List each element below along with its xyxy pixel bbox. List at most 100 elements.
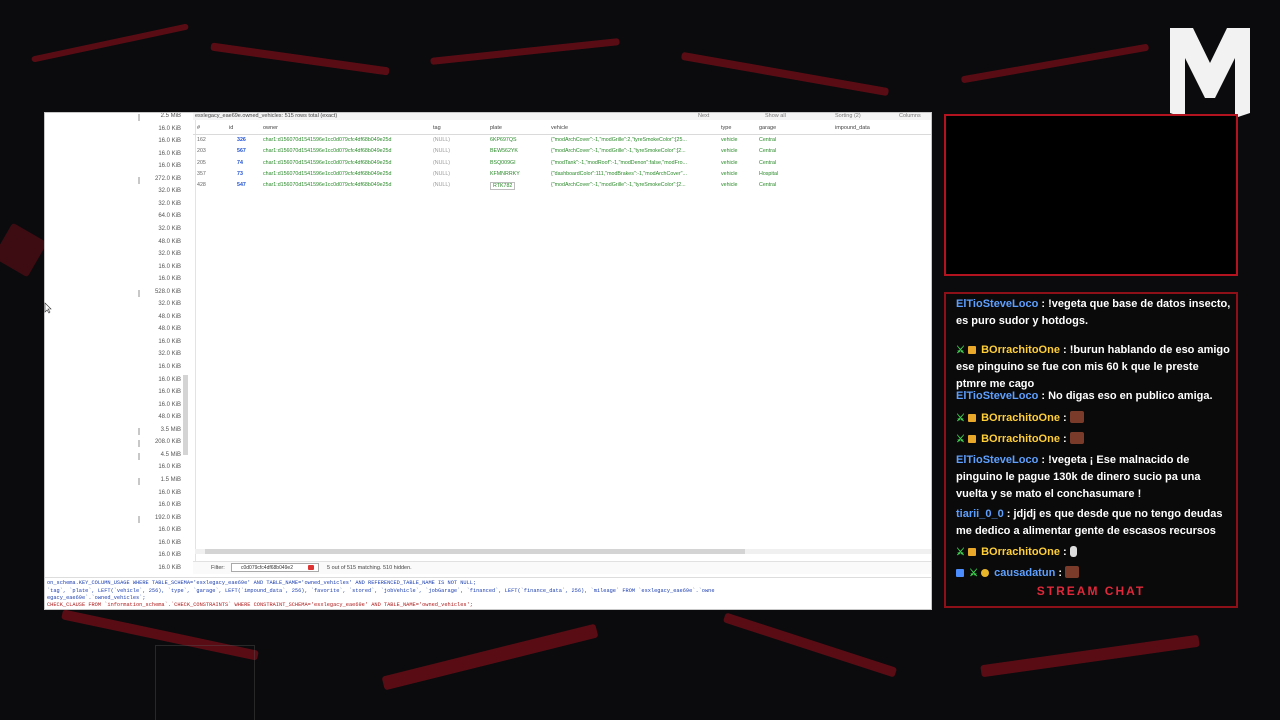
chat-username[interactable]: BOrrachitoOne (981, 433, 1060, 445)
cell-num[interactable]: 162 (197, 137, 206, 143)
emote-icon (1069, 432, 1084, 444)
size-bar (138, 477, 140, 485)
chat-username[interactable]: ElTioSteveLoco (956, 454, 1038, 466)
cell-num[interactable]: 205 (197, 160, 206, 166)
cell-owner[interactable]: char1:d156070d1541596e1cc0d079cfc4df68b0… (263, 182, 391, 188)
cell-id[interactable]: 547 (237, 182, 246, 188)
chat-message: ⚔ BOrrachitoOne : !burun hablando de eso… (956, 342, 1232, 393)
cell-vehicle[interactable]: {"modArchCover":-1,"modGrille":2,"tyreSm… (551, 137, 687, 143)
column-header[interactable]: # (197, 125, 200, 131)
table-size-value: 4.5 MiB (160, 451, 181, 458)
cell-plate[interactable]: BSQ009GI (490, 160, 516, 166)
table-size-value: 48.0 KiB (158, 414, 181, 421)
gift-icon (968, 346, 977, 354)
cell-plate[interactable]: RTK782 (490, 182, 516, 191)
cell-owner[interactable]: char1:d156070d1541596e1cc0d079cfc4df68b0… (263, 137, 391, 143)
chat-username[interactable]: BOrrachitoOne (981, 412, 1060, 424)
table-row[interactable]: 357 73 char1:d156070d1541596e1cc0d079cfc4d… (193, 169, 931, 180)
cell-tag[interactable]: (NULL) (433, 160, 450, 166)
sorting-button[interactable]: Sorting (2) (835, 113, 861, 119)
filter-input[interactable]: c0d079cfc4df68b049e2 (231, 563, 319, 572)
chat-username[interactable]: BOrrachitoOne (981, 344, 1060, 356)
columns-button[interactable]: Columns (899, 113, 921, 119)
size-bar (138, 452, 140, 460)
table-size-value: 208.0 KiB (154, 439, 181, 446)
column-header[interactable]: impound_data (835, 125, 870, 131)
chat-text: : (1063, 433, 1067, 445)
chat-username[interactable]: ElTioSteveLoco (956, 390, 1038, 402)
gift-icon (968, 435, 977, 443)
cell-tag[interactable]: (NULL) (433, 171, 450, 177)
cell-vehicle[interactable]: {"modArchCover":-1,"modGrille":-1,"tyreS… (551, 182, 686, 188)
cell-id[interactable]: 74 (237, 160, 243, 166)
table-row[interactable]: 162 326 char1:d156070d1541596e1cc0d079cfc4… (193, 135, 931, 146)
table-size-value: 16.0 KiB (158, 552, 181, 559)
chat-message: tiarii_0_0 : jdjdj es que desde que no t… (956, 506, 1232, 540)
column-header[interactable]: id (229, 125, 233, 131)
cell-plate[interactable]: 6KP697QS (490, 137, 517, 143)
column-header[interactable]: garage (759, 125, 776, 131)
cell-type[interactable]: vehicle (721, 137, 738, 143)
cell-owner[interactable]: char1:d156070d1541596e1cc0d079cfc4df68b0… (263, 171, 391, 177)
cell-garage[interactable]: Central (759, 137, 776, 143)
cell-type[interactable]: vehicle (721, 182, 738, 188)
filter-label: Filter: (211, 565, 225, 571)
table-size-value: 528.0 KiB (154, 288, 181, 295)
cell-tag[interactable]: (NULL) (433, 182, 450, 188)
table-row[interactable]: 203 567 char1:d156070d1541596e1cc0d079cfc4… (193, 146, 931, 157)
prime-icon (956, 569, 964, 577)
chat-text: : No digas eso en publico amiga. (1041, 390, 1213, 402)
cell-garage[interactable]: Central (759, 182, 776, 188)
chat-message: ⚔ BOrrachitoOne : (956, 431, 1232, 448)
cell-type[interactable]: vehicle (721, 148, 738, 154)
cell-vehicle[interactable]: {"modArchCover":-1,"modGrille":-1,"tyreS… (551, 148, 686, 154)
column-header[interactable]: tag (433, 125, 441, 131)
cell-garage[interactable]: Hospital (759, 171, 778, 177)
cell-type[interactable]: vehicle (721, 160, 738, 166)
cell-tag[interactable]: (NULL) (433, 148, 450, 154)
cell-num[interactable]: 203 (197, 148, 206, 154)
sql-log-line: `tag`, `plate`, LEFT(`vehicle`, 256), `t… (47, 588, 715, 594)
table-size-value: 2.5 MiB (160, 113, 181, 119)
vertical-scrollbar[interactable] (183, 375, 188, 455)
table-row[interactable]: 428 547 char1:d156070d1541596e1cc0d079cfc4… (193, 180, 931, 191)
horizontal-scrollbar[interactable] (205, 549, 745, 554)
chat-username[interactable]: causadatun (994, 567, 1055, 579)
chat-username[interactable]: BOrrachitoOne (981, 546, 1060, 558)
column-header[interactable]: plate (490, 125, 502, 131)
cell-garage[interactable]: Central (759, 148, 776, 154)
chat-username[interactable]: ElTioSteveLoco (956, 298, 1038, 310)
clear-filter-icon[interactable] (308, 565, 314, 570)
cell-plate[interactable]: BEW562YK (490, 148, 518, 154)
sql-log-line: CHECK_CLAUSE FROM `information_schema`.`… (47, 602, 473, 608)
overlay-frame-decoration (155, 645, 255, 720)
chat-message: ⚔ BOrrachitoOne : (956, 410, 1232, 427)
cell-owner[interactable]: char1:d156070d1541596e1cc0d079cfc4df68b0… (263, 148, 391, 154)
chat-text: : (1058, 567, 1063, 579)
table-size-value: 16.0 KiB (158, 539, 181, 546)
sql-log[interactable]: on_schema.KEY_COLUMN_USAGE WHERE TABLE_S… (45, 577, 931, 609)
cell-num[interactable]: 357 (197, 171, 206, 177)
table-size-value: 1.5 MiB (160, 476, 181, 483)
table-row[interactable]: 205 74 char1:d156070d1541596e1cc0d079cfc4d… (193, 158, 931, 169)
column-header[interactable]: type (721, 125, 731, 131)
table-size-value: 16.0 KiB (158, 338, 181, 345)
cell-plate[interactable]: KFMNRRKY (490, 171, 520, 177)
cell-garage[interactable]: Central (759, 160, 776, 166)
cell-vehicle[interactable]: {"modTank":-1,"modRoof":-1,"modDenon":fa… (551, 160, 687, 166)
cell-id[interactable]: 73 (237, 171, 243, 177)
cell-id[interactable]: 567 (237, 148, 246, 154)
sword-icon: ⚔ (956, 345, 965, 356)
cell-type[interactable]: vehicle (721, 171, 738, 177)
cell-num[interactable]: 428 (197, 182, 206, 188)
column-header[interactable]: owner (263, 125, 278, 131)
cell-vehicle[interactable]: {"dashboardColor":111,"modBrakes":-1,"mo… (551, 171, 687, 177)
cell-owner[interactable]: char1:d156070d1541596e1cc0d079cfc4df68b0… (263, 160, 391, 166)
column-header[interactable]: vehicle (551, 125, 568, 131)
cell-id[interactable]: 326 (237, 137, 246, 143)
chat-username[interactable]: tiarii_0_0 (956, 508, 1004, 520)
next-button[interactable]: Next (698, 113, 709, 119)
show-all-button[interactable]: Show all (765, 113, 786, 119)
table-size-value: 272.0 KiB (154, 175, 181, 182)
cell-tag[interactable]: (NULL) (433, 137, 450, 143)
